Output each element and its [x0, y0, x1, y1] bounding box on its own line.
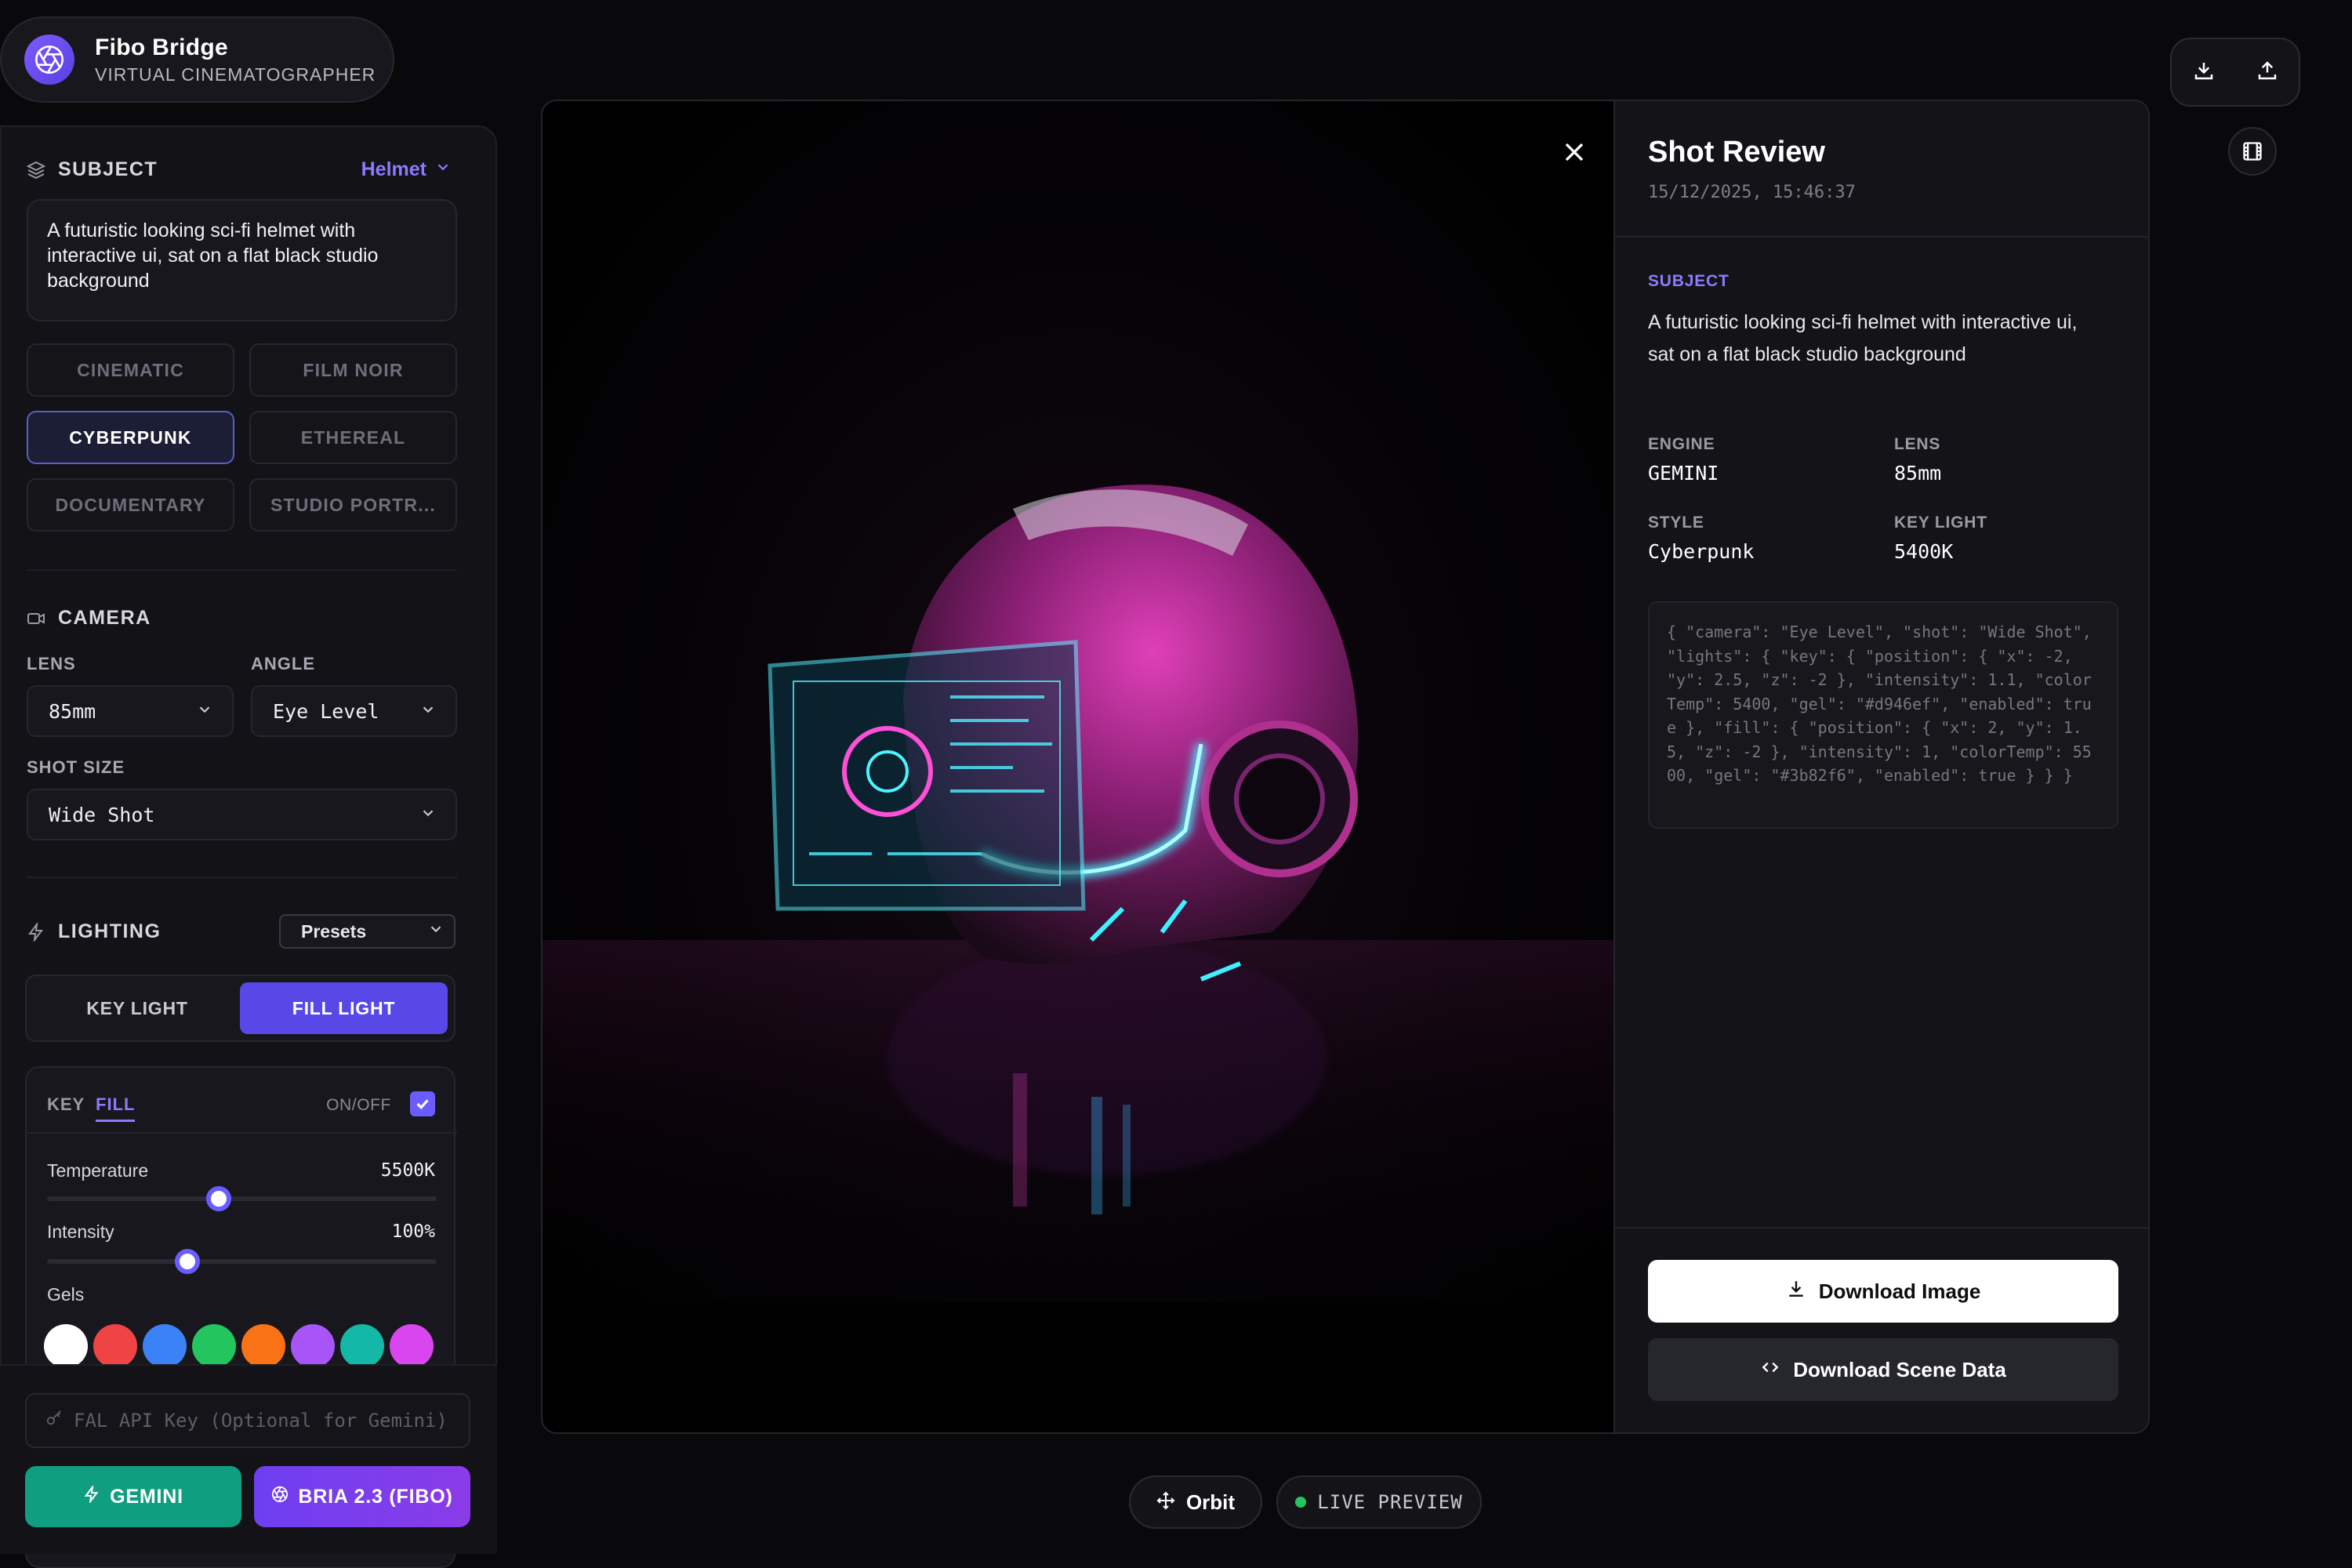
brand-pill: Fibo Bridge VIRTUAL CINEMATOGRAPHER — [0, 16, 394, 103]
review-subject-label: SUBJECT — [1648, 272, 1730, 290]
review-keylight-value: 5400K — [1894, 540, 1954, 563]
key-icon — [45, 1410, 63, 1432]
divider — [27, 569, 457, 571]
intensity-slider[interactable] — [47, 1249, 437, 1274]
angle-select[interactable]: Eye Level — [251, 685, 457, 737]
subject-prompt-input[interactable]: A futuristic looking sci-fi helmet with … — [27, 199, 457, 321]
review-style-value: Cyberpunk — [1648, 540, 1755, 563]
bria-engine-button[interactable]: BRIA 2.3 (FIBO) — [254, 1466, 470, 1527]
divider — [1615, 236, 2148, 238]
lens-label: LENS — [27, 654, 76, 673]
style-film-noir-button[interactable]: FILM NOIR — [249, 343, 457, 397]
download-scene-data-button[interactable]: Download Scene Data — [1648, 1338, 2118, 1401]
temperature-slider-thumb[interactable] — [205, 1186, 231, 1211]
lighting-presets-select[interactable]: Presets — [279, 914, 456, 949]
gel-swatch[interactable] — [44, 1324, 88, 1368]
review-timestamp: 15/12/2025, 15:46:37 — [1648, 183, 1856, 202]
chevron-down-icon — [196, 700, 213, 723]
shot-size-label: SHOT SIZE — [27, 757, 125, 777]
divider — [1615, 1227, 2148, 1229]
review-engine-label: ENGINE — [1648, 435, 1715, 453]
chevron-down-icon — [434, 158, 452, 181]
layers-icon — [27, 161, 45, 180]
aperture-icon — [24, 34, 74, 85]
download-image-button[interactable]: Download Image — [1648, 1260, 2118, 1323]
upload-icon[interactable] — [2256, 59, 2279, 86]
check-icon — [416, 1099, 429, 1109]
intensity-label: Intensity — [47, 1221, 114, 1242]
scene-json-preview: { "camera": "Eye Level", "shot": "Wide S… — [1648, 601, 2118, 829]
shot-review-panel: Shot Review 15/12/2025, 15:46:37 SUBJECT… — [1613, 101, 2148, 1432]
gel-swatch[interactable] — [390, 1324, 434, 1368]
gel-swatch[interactable] — [340, 1324, 384, 1368]
style-studio-portrait-button[interactable]: STUDIO PORTR... — [249, 478, 457, 532]
subject-section-title: SUBJECT — [27, 158, 158, 181]
aperture-icon — [271, 1486, 289, 1508]
gel-swatch[interactable] — [143, 1324, 187, 1368]
orbit-button[interactable]: Orbit — [1129, 1475, 1262, 1529]
light-segment-control: KEY LIGHT FILL LIGHT — [25, 975, 456, 1042]
divider — [27, 877, 457, 878]
chevron-down-icon — [427, 920, 445, 942]
video-camera-icon — [27, 609, 45, 628]
lightning-icon — [83, 1483, 100, 1508]
review-subject-text: A futuristic looking sci-fi helmet with … — [1648, 311, 2078, 365]
subject-dropdown[interactable]: Helmet — [361, 158, 452, 181]
lighting-section-title: LIGHTING — [27, 920, 161, 943]
move-icon — [1156, 1491, 1175, 1514]
camera-section-title: CAMERA — [27, 607, 151, 630]
angle-label: ANGLE — [251, 654, 315, 673]
review-title: Shot Review — [1648, 136, 1825, 169]
lens-select[interactable]: 85mm — [27, 685, 234, 737]
intensity-slider-thumb[interactable] — [174, 1249, 200, 1274]
app-title: Fibo Bridge — [95, 34, 228, 60]
shot-size-select[interactable]: Wide Shot — [27, 789, 457, 840]
gemini-engine-button[interactable]: GEMINI — [25, 1466, 241, 1527]
top-actions — [2170, 38, 2300, 107]
fill-light-toggle[interactable]: FILL LIGHT — [240, 982, 448, 1034]
style-cinematic-button[interactable]: CINEMATIC — [27, 343, 234, 397]
gel-swatch[interactable] — [93, 1324, 137, 1368]
review-keylight-label: KEY LIGHT — [1894, 514, 1987, 532]
film-icon[interactable] — [2228, 127, 2277, 176]
temperature-value: 5500K — [380, 1160, 435, 1181]
review-lens-value: 85mm — [1894, 462, 1942, 485]
app-subtitle: VIRTUAL CINEMATOGRAPHER — [95, 64, 376, 85]
close-icon[interactable] — [1559, 136, 1590, 168]
onoff-label: ON/OFF — [326, 1096, 391, 1114]
style-documentary-button[interactable]: DOCUMENTARY — [27, 478, 234, 532]
download-icon[interactable] — [2192, 59, 2216, 86]
temperature-slider[interactable] — [47, 1186, 437, 1211]
temperature-label: Temperature — [47, 1160, 149, 1181]
chevron-down-icon — [419, 700, 437, 723]
chevron-down-icon — [419, 804, 437, 826]
status-dot — [1295, 1497, 1307, 1508]
light-enabled-checkbox[interactable] — [410, 1091, 435, 1116]
divider — [27, 1132, 457, 1134]
tab-key[interactable]: KEY — [47, 1094, 85, 1115]
gel-swatch[interactable] — [241, 1324, 285, 1368]
intensity-value: 100% — [391, 1221, 435, 1242]
gel-swatch[interactable] — [291, 1324, 335, 1368]
style-cyberpunk-button[interactable]: CYBERPUNK — [27, 411, 234, 464]
tab-fill[interactable]: FILL — [96, 1094, 136, 1122]
review-style-label: STYLE — [1648, 514, 1704, 532]
gel-swatch[interactable] — [192, 1324, 236, 1368]
review-lens-label: LENS — [1894, 435, 1941, 453]
download-icon — [1786, 1279, 1806, 1305]
lightning-icon — [27, 922, 45, 942]
code-icon — [1760, 1357, 1780, 1383]
shot-review-modal: Shot Review 15/12/2025, 15:46:37 SUBJECT… — [541, 100, 2150, 1434]
key-light-toggle[interactable]: KEY LIGHT — [34, 982, 240, 1034]
gels-label: Gels — [47, 1284, 85, 1305]
api-key-input[interactable]: FAL API Key (Optional for Gemini) — [25, 1393, 470, 1448]
rendered-shot-image — [543, 101, 1613, 1308]
style-ethereal-button[interactable]: ETHEREAL — [249, 411, 457, 464]
review-engine-value: GEMINI — [1648, 462, 1719, 485]
live-preview-badge: LIVE PREVIEW — [1276, 1475, 1482, 1529]
